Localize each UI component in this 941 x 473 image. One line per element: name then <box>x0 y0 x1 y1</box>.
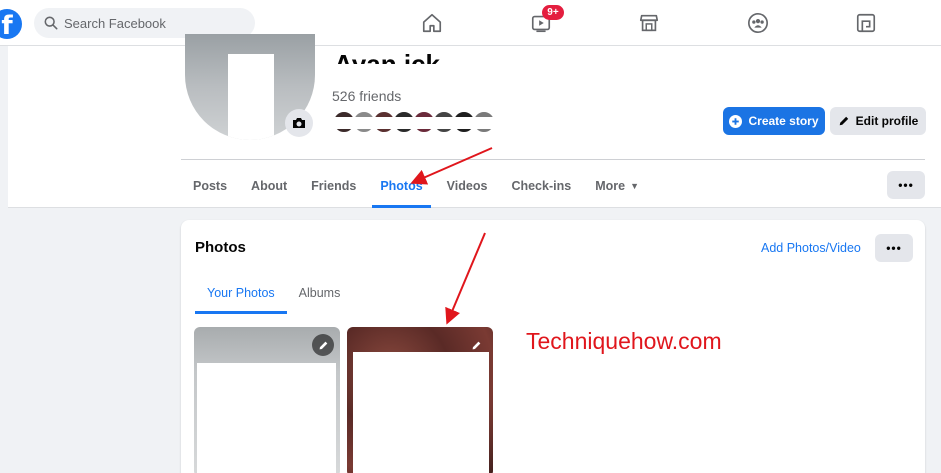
photo-thumbnail[interactable] <box>347 327 493 473</box>
pencil-icon <box>319 341 327 349</box>
redaction-block <box>353 352 489 473</box>
pencil-icon <box>839 116 848 126</box>
edit-profile-button[interactable]: Edit profile <box>830 107 926 135</box>
edit-photo-button[interactable] <box>312 334 334 356</box>
tab-more-label: More <box>595 179 626 193</box>
redaction-block <box>228 54 274 140</box>
watch-icon[interactable]: 9+ <box>528 5 564 36</box>
redaction-block <box>332 117 512 129</box>
top-navigation-bar: f 9+ <box>0 0 941 46</box>
tab-about[interactable]: About <box>239 164 299 208</box>
tab-check-ins[interactable]: Check-ins <box>499 164 583 208</box>
edit-profile-label: Edit profile <box>855 114 919 128</box>
friends-count[interactable]: 526 friends <box>332 88 401 104</box>
groups-icon[interactable] <box>745 10 771 36</box>
watermark-text: Techniquehow.com <box>526 328 722 354</box>
tab-videos[interactable]: Videos <box>435 164 500 208</box>
home-icon[interactable] <box>419 10 445 36</box>
add-photos-video-link[interactable]: Add Photos/Video <box>761 241 861 255</box>
profile-header: Ayan ick 526 friends Create story Edit p… <box>8 34 941 208</box>
tab-more[interactable]: More ▼ <box>583 164 651 208</box>
profile-name: Ayan ick <box>334 50 440 64</box>
photos-subtabs: Your Photos Albums <box>195 272 352 314</box>
divider <box>181 159 925 160</box>
facebook-logo-icon[interactable]: f <box>0 9 22 41</box>
create-story-label: Create story <box>748 114 819 128</box>
search-input[interactable] <box>64 15 244 31</box>
marketplace-icon[interactable] <box>636 10 662 36</box>
camera-icon <box>293 118 305 128</box>
subtab-albums[interactable]: Albums <box>287 272 353 314</box>
photo-thumbnail[interactable] <box>194 327 340 473</box>
profile-more-button[interactable]: ••• <box>887 171 925 199</box>
photos-more-button[interactable]: ••• <box>875 234 913 262</box>
plus-circle-icon <box>729 114 743 128</box>
search-icon <box>44 16 58 30</box>
tab-photos[interactable]: Photos <box>368 164 434 208</box>
notification-badge: 9+ <box>542 5 564 20</box>
pencil-icon <box>472 341 480 349</box>
edit-photo-button[interactable] <box>465 334 487 356</box>
tab-friends[interactable]: Friends <box>299 164 368 208</box>
gaming-icon[interactable] <box>853 10 879 36</box>
redaction-block <box>197 363 336 473</box>
caret-down-icon: ▼ <box>630 181 639 191</box>
tab-posts[interactable]: Posts <box>181 164 239 208</box>
profile-tabs: Posts About Friends Photos Videos Check-… <box>181 164 651 208</box>
photos-title: Photos <box>195 239 246 256</box>
change-photo-button[interactable] <box>285 109 313 137</box>
friend-avatars[interactable] <box>332 110 512 134</box>
create-story-button[interactable]: Create story <box>723 107 825 135</box>
subtab-your-photos[interactable]: Your Photos <box>195 272 287 314</box>
